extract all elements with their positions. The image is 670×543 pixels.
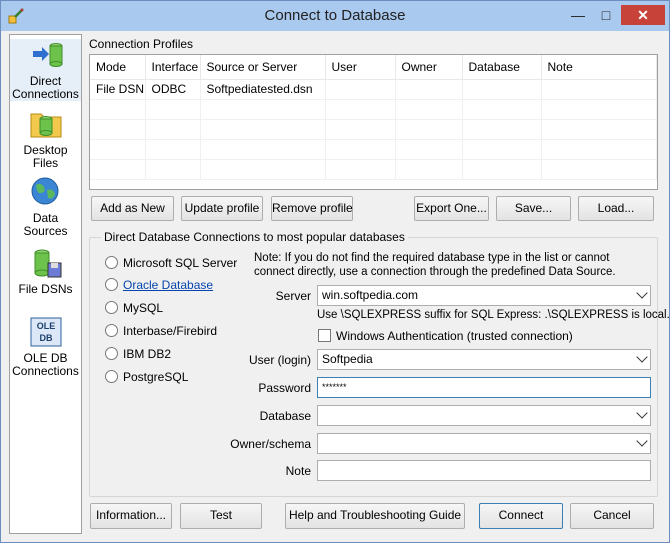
dialog-body: Direct Connections Desktop Files Data So… <box>9 32 670 536</box>
owner-schema-label: Owner/schema <box>230 437 311 451</box>
sidebar-item-label: File DSNs <box>18 282 73 296</box>
user-value: Softpedia <box>322 352 373 366</box>
radio-oracle-database[interactable]: Oracle Database <box>105 277 213 293</box>
column-header-owner[interactable]: Owner <box>395 55 463 80</box>
table-row-empty <box>90 99 657 120</box>
table-row-empty <box>90 159 657 180</box>
radio-button[interactable] <box>105 301 118 315</box>
radio-button[interactable] <box>105 256 118 270</box>
sidebar-item-label: Connections <box>12 87 79 101</box>
owner-schema-combobox[interactable] <box>317 433 651 454</box>
database-combobox[interactable] <box>317 405 651 426</box>
table-row-empty <box>90 139 657 160</box>
column-header-database[interactable]: Database <box>462 55 542 80</box>
server-label: Server <box>275 289 311 303</box>
radio-button[interactable] <box>105 347 118 361</box>
file-dsn-icon <box>34 249 61 278</box>
ole-db-icon: OLE DB <box>30 317 61 347</box>
svg-text:OLE: OLE <box>36 321 55 331</box>
remove-profile-button[interactable]: Remove profile <box>271 196 353 221</box>
table-cell: Softpediatested.dsn <box>200 79 326 100</box>
radio-label: PostgreSQL <box>123 369 189 384</box>
radio-label: Microsoft SQL Server <box>123 255 238 270</box>
user-combobox[interactable]: Softpedia <box>317 349 651 370</box>
sidebar-item-file-dsns[interactable]: File DSNs <box>10 247 81 299</box>
table-cell: ODBC <box>145 79 201 100</box>
sidebar-item-label: Connections <box>12 364 79 378</box>
radio-label[interactable]: Oracle Database <box>123 278 213 292</box>
column-header-mode[interactable]: Mode <box>90 55 146 80</box>
radio-label: MySQL <box>123 300 164 315</box>
radio-postgresql[interactable]: PostgreSQL <box>105 369 188 385</box>
help-troubleshooting-button[interactable]: Help and Troubleshooting Guide <box>285 503 465 529</box>
information-button[interactable]: Information... <box>90 503 172 529</box>
cancel-button[interactable]: Cancel <box>570 503 654 529</box>
minimize-button[interactable]: — <box>565 5 591 25</box>
password-label: Password <box>258 381 311 395</box>
radio-mysql[interactable]: MySQL <box>105 300 163 316</box>
database-label: Database <box>259 409 311 423</box>
radio-microsoft-sql-server[interactable]: Microsoft SQL Server <box>105 255 237 271</box>
update-profile-button[interactable]: Update profile <box>181 196 263 221</box>
sidebar-item-desktop-files[interactable]: Desktop Files <box>10 108 81 170</box>
connect-dialog-window: Connect to Database — □ ✕ Direct Connect… <box>0 0 670 543</box>
table-cell <box>325 79 396 100</box>
radio-ibm-db2[interactable]: IBM DB2 <box>105 346 171 362</box>
sidebar-item-data-sources[interactable]: Data Sources <box>10 176 81 238</box>
direct-connections-icon <box>32 43 62 67</box>
radio-label: IBM DB2 <box>123 346 172 361</box>
connection-profiles-title: Connection Profiles <box>89 37 194 51</box>
user-label: User (login) <box>248 353 311 367</box>
windows-auth-label[interactable]: Windows Authentication (trusted connecti… <box>336 329 573 343</box>
svg-text:DB: DB <box>39 333 52 343</box>
chevron-down-icon[interactable] <box>636 351 648 363</box>
connect-button[interactable]: Connect <box>479 503 563 529</box>
server-value: win.softpedia.com <box>322 288 419 302</box>
server-hint: Use \SQLEXPRESS suffix for SQL Express: … <box>317 309 670 321</box>
server-combobox[interactable]: win.softpedia.com <box>317 285 651 306</box>
note-label: Note <box>285 464 311 478</box>
table-cell: File DSN <box>90 79 146 100</box>
note-field[interactable] <box>317 460 651 481</box>
connection-profiles-table[interactable]: Mode Interface Source or Server User Own… <box>89 54 658 190</box>
connection-type-sidebar: Direct Connections Desktop Files Data So… <box>9 34 82 534</box>
table-row[interactable]: File DSN ODBC Softpediatested.dsn <box>90 79 657 100</box>
sidebar-item-ole-db-connections[interactable]: OLE DB OLE DB Connections <box>10 316 81 378</box>
desktop-files-icon <box>30 113 61 138</box>
chevron-down-icon[interactable] <box>636 407 648 419</box>
radio-button[interactable] <box>105 278 118 292</box>
table-cell <box>541 79 657 100</box>
table-header-row: Mode Interface Source or Server User Own… <box>90 55 657 80</box>
sidebar-item-direct-connections[interactable]: Direct Connections <box>10 39 81 101</box>
sidebar-item-label: Files <box>32 156 59 170</box>
title-bar: Connect to Database — □ ✕ <box>1 1 669 31</box>
radio-button[interactable] <box>105 370 118 384</box>
sidebar-item-label: Sources <box>23 224 68 238</box>
direct-connections-group-title: Direct Database Connections to most popu… <box>101 230 408 244</box>
table-cell <box>395 79 463 100</box>
data-sources-icon <box>31 177 58 205</box>
chevron-down-icon[interactable] <box>636 287 648 299</box>
save-button[interactable]: Save... <box>496 196 571 221</box>
close-button[interactable]: ✕ <box>621 5 665 25</box>
table-cell <box>462 79 542 100</box>
column-header-user[interactable]: User <box>325 55 396 80</box>
password-field[interactable]: ******* <box>317 377 651 398</box>
windows-auth-checkbox[interactable] <box>318 329 331 342</box>
chevron-down-icon[interactable] <box>636 435 648 447</box>
maximize-button[interactable]: □ <box>593 5 619 25</box>
radio-label: Interbase/Firebird <box>123 323 218 338</box>
radio-button[interactable] <box>105 324 118 338</box>
column-header-source[interactable]: Source or Server <box>200 55 326 80</box>
radio-interbase-firebird[interactable]: Interbase/Firebird <box>105 323 217 339</box>
note-text: Note: If you do not find the required da… <box>254 252 616 278</box>
column-header-note[interactable]: Note <box>541 55 657 80</box>
export-one-button[interactable]: Export One... <box>414 196 489 221</box>
test-button[interactable]: Test <box>180 503 262 529</box>
load-button[interactable]: Load... <box>578 196 654 221</box>
add-as-new-button[interactable]: Add as New <box>91 196 174 221</box>
table-row-empty <box>90 119 657 140</box>
column-header-interface[interactable]: Interface <box>145 55 201 80</box>
